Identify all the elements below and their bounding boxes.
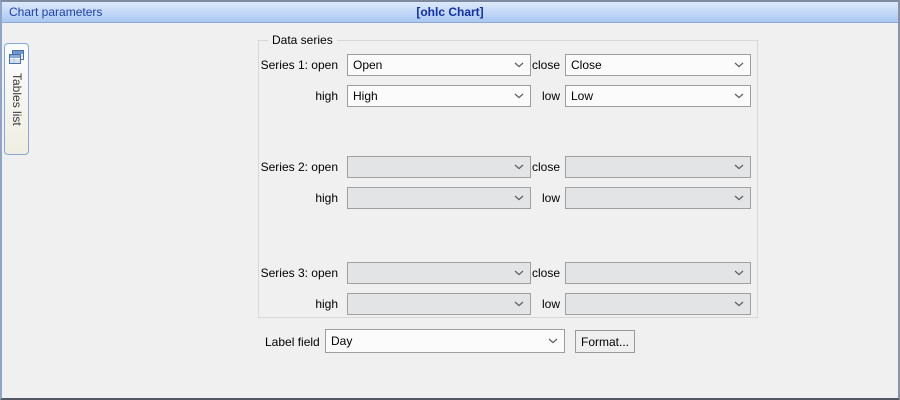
series3-high-select[interactable] <box>347 293 531 315</box>
series3-high-label: high <box>315 297 338 311</box>
series1-high-select[interactable]: High <box>347 85 531 107</box>
label-field-label: Label field <box>265 335 320 349</box>
series2-low-select[interactable] <box>565 187 751 209</box>
chevron-down-icon <box>734 301 744 307</box>
combo-value: High <box>353 89 378 103</box>
title-bar: Chart parameters [ohlc Chart] <box>2 2 898 23</box>
series3-close-label: close <box>531 266 560 280</box>
series3-low-label: low <box>541 297 560 311</box>
combo-value: Open <box>353 58 383 72</box>
combo-value: Close <box>571 58 602 72</box>
chart-title: [ohlc Chart] <box>416 5 484 19</box>
series2-low-label: low <box>541 191 560 205</box>
tables-icon <box>8 49 25 71</box>
chevron-down-icon <box>734 164 744 170</box>
combo-value: Day <box>331 334 353 348</box>
sidebar-tab-label: Tables list <box>10 73 24 126</box>
series1-close-label: close <box>531 58 560 72</box>
series1-open-select[interactable]: Open <box>347 54 531 76</box>
series1-high-label: high <box>315 89 338 103</box>
series1-close-select[interactable]: Close <box>565 54 751 76</box>
series3-open-select[interactable] <box>347 262 531 284</box>
series1-low-select[interactable]: Low <box>565 85 751 107</box>
series1-row-label: Series 1: open <box>260 58 338 72</box>
label-field-select[interactable]: Day <box>325 329 565 353</box>
series2-close-label: close <box>531 160 560 174</box>
chevron-down-icon <box>734 195 744 201</box>
chevron-down-icon <box>734 270 744 276</box>
series3-close-select[interactable] <box>565 262 751 284</box>
series2-row-label: Series 2: open <box>260 160 338 174</box>
series3-row-label: Series 3: open <box>260 266 338 280</box>
series2-open-select[interactable] <box>347 156 531 178</box>
chart-parameters-window: Chart parameters [ohlc Chart] Tables lis… <box>0 0 900 400</box>
series2-high-select[interactable] <box>347 187 531 209</box>
chevron-down-icon <box>734 93 744 99</box>
groupbox-title: Data series <box>268 33 337 47</box>
series2-close-select[interactable] <box>565 156 751 178</box>
sidebar-tab-tables-list[interactable]: Tables list <box>4 43 29 155</box>
chevron-down-icon <box>734 62 744 68</box>
series3-low-select[interactable] <box>565 293 751 315</box>
chevron-down-icon <box>548 338 558 344</box>
combo-value: Low <box>571 89 594 103</box>
series1-low-label: low <box>541 89 560 103</box>
series2-high-label: high <box>315 191 338 205</box>
format-button[interactable]: Format... <box>575 330 635 353</box>
